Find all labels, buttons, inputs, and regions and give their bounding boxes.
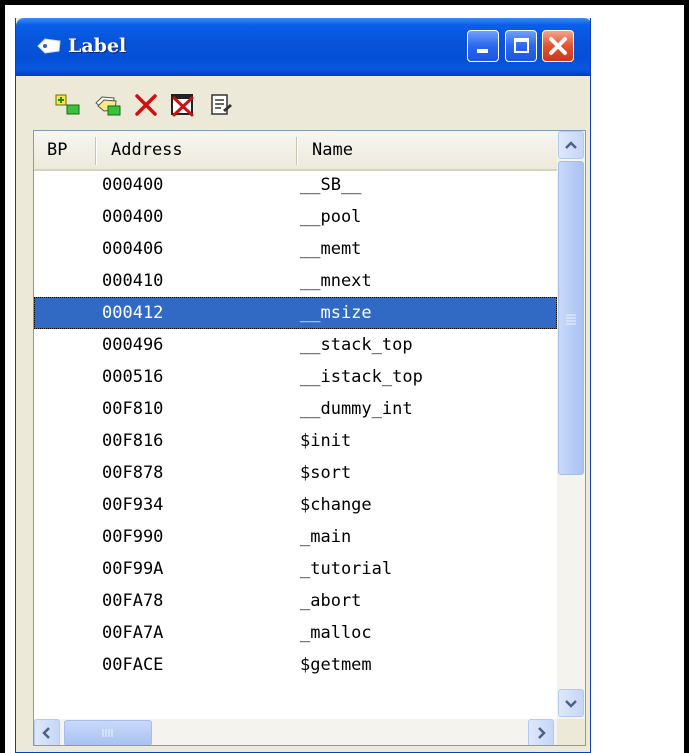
name-cell: _abort [300,591,362,611]
add-label-icon [55,94,80,115]
horizontal-scroll-thumb[interactable] [64,720,152,745]
edit-label-icon [95,96,121,116]
properties-icon [211,94,232,115]
title-bar[interactable]: Label [16,18,590,76]
label-window: Label BP Address Name 000400 __SB__ 0004… [15,18,591,753]
name-cell: __memt [300,239,362,259]
table-row[interactable]: 000406 __memt [34,233,557,265]
table-row[interactable]: 000496 __stack_top [34,329,557,361]
address-cell: 00F934 [102,495,164,515]
address-cell: 000410 [102,271,164,291]
address-cell: 00FA78 [102,591,164,611]
table-row[interactable]: 00FA78 _abort [34,585,557,617]
name-cell: $init [300,431,352,451]
maximize-button[interactable] [505,30,537,62]
scroll-down-button[interactable] [558,689,584,717]
address-cell: 00FACE [102,655,164,675]
table-row[interactable]: 000410 __mnext [34,265,557,297]
table-row[interactable]: 00F990 _main [34,521,557,553]
close-icon [549,37,567,55]
horizontal-scrollbar[interactable] [34,719,557,745]
name-cell: __istack_top [300,367,423,387]
delete-button[interactable] [132,91,160,119]
minimize-button[interactable] [467,30,499,62]
name-cell: __SB__ [300,175,362,195]
name-cell: __pool [300,207,362,227]
edit-label-button[interactable] [94,91,122,119]
delete-all-button[interactable] [169,91,197,119]
column-divider[interactable] [95,137,96,165]
table-row[interactable]: 00F99A _tutorial [34,553,557,585]
name-cell: $sort [300,463,352,483]
table-body: 000400 __SB__ 000400 __pool 000406 __memt 0004… [34,171,557,719]
chevron-right-icon [538,727,546,739]
name-cell: __stack_top [300,335,413,355]
name-cell: __msize [300,303,372,323]
scroll-right-button[interactable] [528,719,554,745]
add-label-button[interactable] [54,91,82,119]
address-cell: 000496 [102,335,164,355]
name-cell: _tutorial [300,559,393,579]
scroll-up-button[interactable] [558,131,584,159]
properties-button[interactable] [207,91,235,119]
table-row[interactable]: 000400 __pool [34,201,557,233]
toolbar [16,76,590,130]
name-cell: __dummy_int [300,399,413,419]
column-name[interactable]: Name [312,131,353,169]
chevron-up-icon [565,141,577,149]
table-row[interactable]: 00F934 $change [34,489,557,521]
scroll-corner [557,719,585,745]
label-list[interactable]: BP Address Name 000400 __SB__ 000400 __pool… [33,130,586,746]
label-tag-icon [37,38,61,54]
name-cell: $change [300,495,372,515]
window-title: Label [68,35,127,57]
address-cell: 00F810 [102,399,164,419]
close-button[interactable] [542,30,574,62]
chevron-left-icon [42,727,50,739]
column-bp[interactable]: BP [47,131,67,169]
vertical-scrollbar[interactable] [557,131,585,719]
address-cell: 000516 [102,367,164,387]
address-cell: 000412 [102,303,164,323]
name-cell: __mnext [300,271,372,291]
chevron-down-icon [565,700,577,708]
address-cell: 00F990 [102,527,164,547]
table-row[interactable]: 00FA7A _malloc [34,617,557,649]
name-cell: $getmem [300,655,372,675]
address-cell: 00F878 [102,463,164,483]
table-row[interactable]: 00F810 __dummy_int [34,393,557,425]
maximize-icon [514,38,529,53]
column-address[interactable]: Address [111,131,183,169]
table-row[interactable]: 000412 __msize [34,297,557,329]
table-row[interactable]: 000400 __SB__ [34,171,557,201]
vertical-scroll-thumb[interactable] [558,161,584,475]
address-cell: 000400 [102,175,164,195]
address-cell: 000406 [102,239,164,259]
table-row[interactable]: 00FACE $getmem [34,649,557,681]
name-cell: _main [300,527,352,547]
table-row[interactable]: 00F816 $init [34,425,557,457]
minimize-icon [477,49,488,53]
address-cell: 00F816 [102,431,164,451]
delete-all-icon [171,94,194,117]
table-row[interactable]: 000516 __istack_top [34,361,557,393]
address-cell: 000400 [102,207,164,227]
grip-icon [102,729,113,737]
address-cell: 00FA7A [102,623,164,643]
delete-icon [135,94,157,116]
table-row[interactable]: 00F878 $sort [34,457,557,489]
grip-icon [566,314,576,325]
column-header: BP Address Name [34,131,557,171]
name-cell: _malloc [300,623,372,643]
scroll-left-button[interactable] [34,719,60,745]
column-divider[interactable] [296,137,297,165]
address-cell: 00F99A [102,559,164,579]
